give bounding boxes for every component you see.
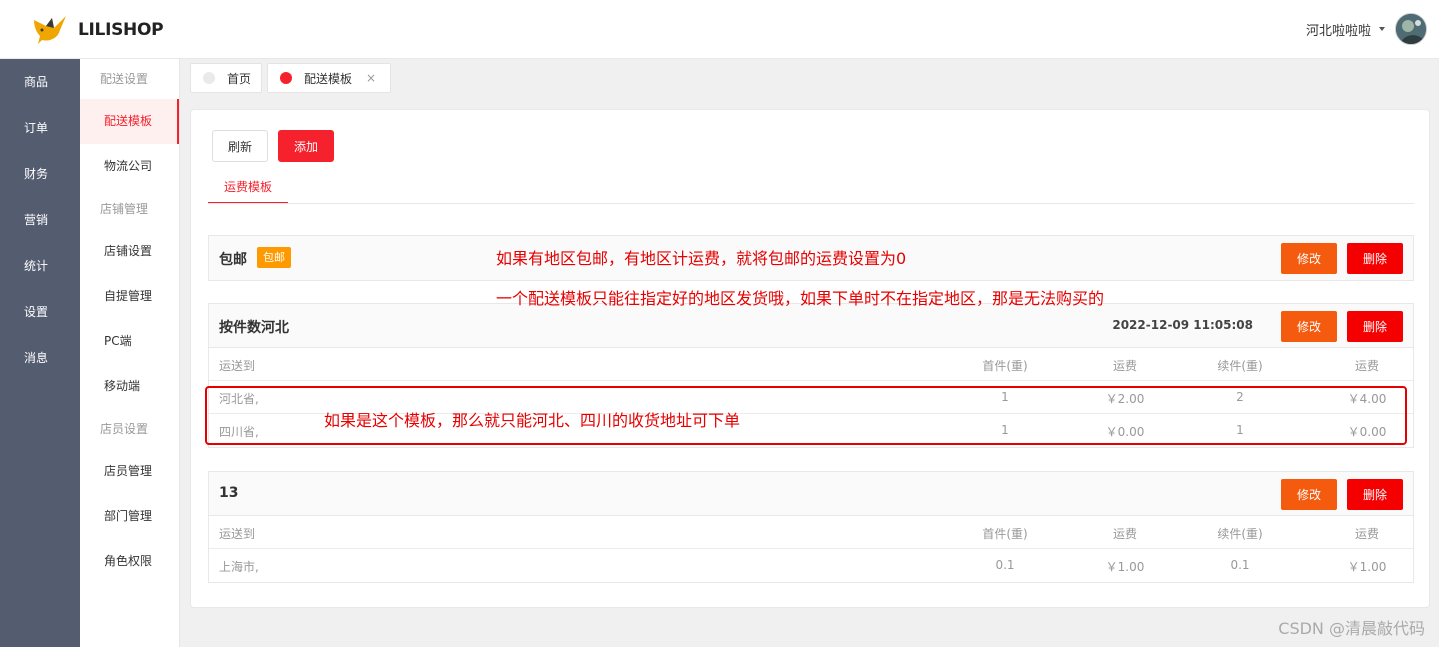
col-additional-header: 续件(重) (1217, 359, 1263, 373)
content-card: 刷新 添加 运费模板 包邮 包邮 修改 删除 按件数河北 2022-12-09 … (190, 109, 1430, 608)
cell-fee: ￥1.00 (1105, 560, 1145, 574)
cell-additional: 0.1 (1230, 558, 1250, 572)
free-shipping-badge: 包邮 (257, 247, 291, 268)
user-menu[interactable]: 河北啦啦啦 (1306, 12, 1427, 46)
sub-item-mobile[interactable]: 移动端 (80, 364, 179, 409)
table-row: 上海市, 0.1 ￥1.00 0.1 ￥1.00 (209, 549, 1413, 582)
sidebar-item-finance[interactable]: 财务 (0, 151, 80, 197)
template-title: 按件数河北 (219, 320, 289, 336)
delete-button[interactable]: 删除 (1347, 479, 1403, 510)
template-date: 2022-12-09 11:05:08 (1112, 318, 1253, 332)
sub-item-logistics[interactable]: 物流公司 (80, 144, 179, 189)
sidebar-item-marketing[interactable]: 营销 (0, 197, 80, 243)
sub-item-pc[interactable]: PC端 (80, 319, 179, 364)
sub-item-clerk[interactable]: 店员管理 (80, 449, 179, 494)
cell-first: 0.1 (995, 558, 1015, 572)
cell-area: 上海市, (219, 560, 259, 574)
table-header-row: 运送到 首件(重) 运费 续件(重) 运费 (209, 516, 1413, 549)
col-fee-header: 运费 (1112, 527, 1137, 541)
tab-delivery-label: 配送模板 (304, 71, 353, 86)
col-area-header: 运送到 (219, 527, 256, 541)
sidebar-item-stats[interactable]: 统计 (0, 243, 80, 289)
template-panel: 13 修改 删除 运送到 首件(重) 运费 续件(重) 运费 上海市, 0.1 … (208, 471, 1414, 583)
bird-logo-icon (34, 15, 66, 44)
brand-name: LILISHOP (78, 19, 164, 40)
close-icon[interactable]: × (366, 71, 376, 85)
template-title: 13 (219, 485, 239, 501)
edit-button[interactable]: 修改 (1281, 243, 1337, 274)
sub-group-clerk: 店员设置 (100, 422, 149, 436)
annotation-note: 一个配送模板只能往指定好的地区发货哦，如果下单时不在指定地区，那是无法购买的 (496, 289, 1105, 308)
sidebar-item-settings[interactable]: 设置 (0, 289, 80, 335)
annotation-note: 如果有地区包邮，有地区计运费，就将包邮的运费设置为0 (496, 249, 907, 268)
tab-delivery-template[interactable]: 配送模板 × (267, 63, 391, 93)
main-sidebar: 商品 订单 财务 营销 统计 设置 消息 (0, 59, 80, 647)
sub-item-dept[interactable]: 部门管理 (80, 494, 179, 539)
sub-item-roles[interactable]: 角色权限 (80, 539, 179, 584)
col-area-header: 运送到 (219, 359, 256, 373)
template-title: 包邮 (219, 252, 247, 268)
edit-button[interactable]: 修改 (1281, 311, 1337, 342)
table-header-row: 运送到 首件(重) 运费 续件(重) 运费 (209, 348, 1413, 381)
refresh-button[interactable]: 刷新 (212, 130, 268, 162)
col-additional-fee-header: 运费 (1354, 359, 1379, 373)
template-header: 13 修改 删除 (209, 472, 1413, 516)
sub-sidebar: 配送设置 配送模板 物流公司 店铺管理 店铺设置 自提管理 PC端 移动端 店员… (80, 59, 180, 647)
sub-item-pickup[interactable]: 自提管理 (80, 274, 179, 319)
watermark: CSDN @清晨敲代码 (1278, 619, 1425, 638)
tab-home[interactable]: 首页 (190, 63, 262, 93)
tab-home-label: 首页 (227, 71, 252, 86)
col-additional-header: 续件(重) (1217, 527, 1263, 541)
cell-additional-fee: ￥1.00 (1347, 560, 1387, 574)
col-first-header: 首件(重) (982, 527, 1028, 541)
sidebar-item-orders[interactable]: 订单 (0, 105, 80, 151)
edit-button[interactable]: 修改 (1281, 479, 1337, 510)
tab-bar: 首页 配送模板 × (181, 59, 1439, 99)
col-additional-fee-header: 运费 (1354, 527, 1379, 541)
annotation-note: 如果是这个模板，那么就只能河北、四川的收货地址可下单 (324, 411, 741, 430)
col-fee-header: 运费 (1112, 359, 1137, 373)
tab-freight-template[interactable]: 运费模板 (208, 178, 288, 204)
tab-divider (208, 203, 1414, 204)
delete-button[interactable]: 删除 (1347, 243, 1403, 274)
delete-button[interactable]: 删除 (1347, 311, 1403, 342)
tab-status-dot-icon (203, 72, 215, 84)
caret-down-icon[interactable] (1379, 27, 1385, 31)
user-name[interactable]: 河北啦啦啦 (1306, 20, 1371, 39)
top-bar: LILISHOP 河北啦啦啦 (0, 0, 1439, 59)
add-button[interactable]: 添加 (278, 130, 334, 162)
sidebar-item-messages[interactable]: 消息 (0, 335, 80, 381)
sub-group-delivery: 配送设置 (100, 72, 149, 86)
sub-group-store: 店铺管理 (100, 202, 149, 216)
template-header: 按件数河北 2022-12-09 11:05:08 修改 删除 (209, 304, 1413, 348)
col-first-header: 首件(重) (982, 359, 1028, 373)
sidebar-item-goods[interactable]: 商品 (0, 59, 80, 105)
tab-active-dot-icon (280, 72, 292, 84)
sub-item-store-settings[interactable]: 店铺设置 (80, 229, 179, 274)
avatar-image (1396, 14, 1426, 44)
sub-item-delivery-template[interactable]: 配送模板 (80, 99, 179, 144)
avatar[interactable] (1395, 13, 1427, 45)
logo[interactable]: LILISHOP (0, 0, 180, 59)
